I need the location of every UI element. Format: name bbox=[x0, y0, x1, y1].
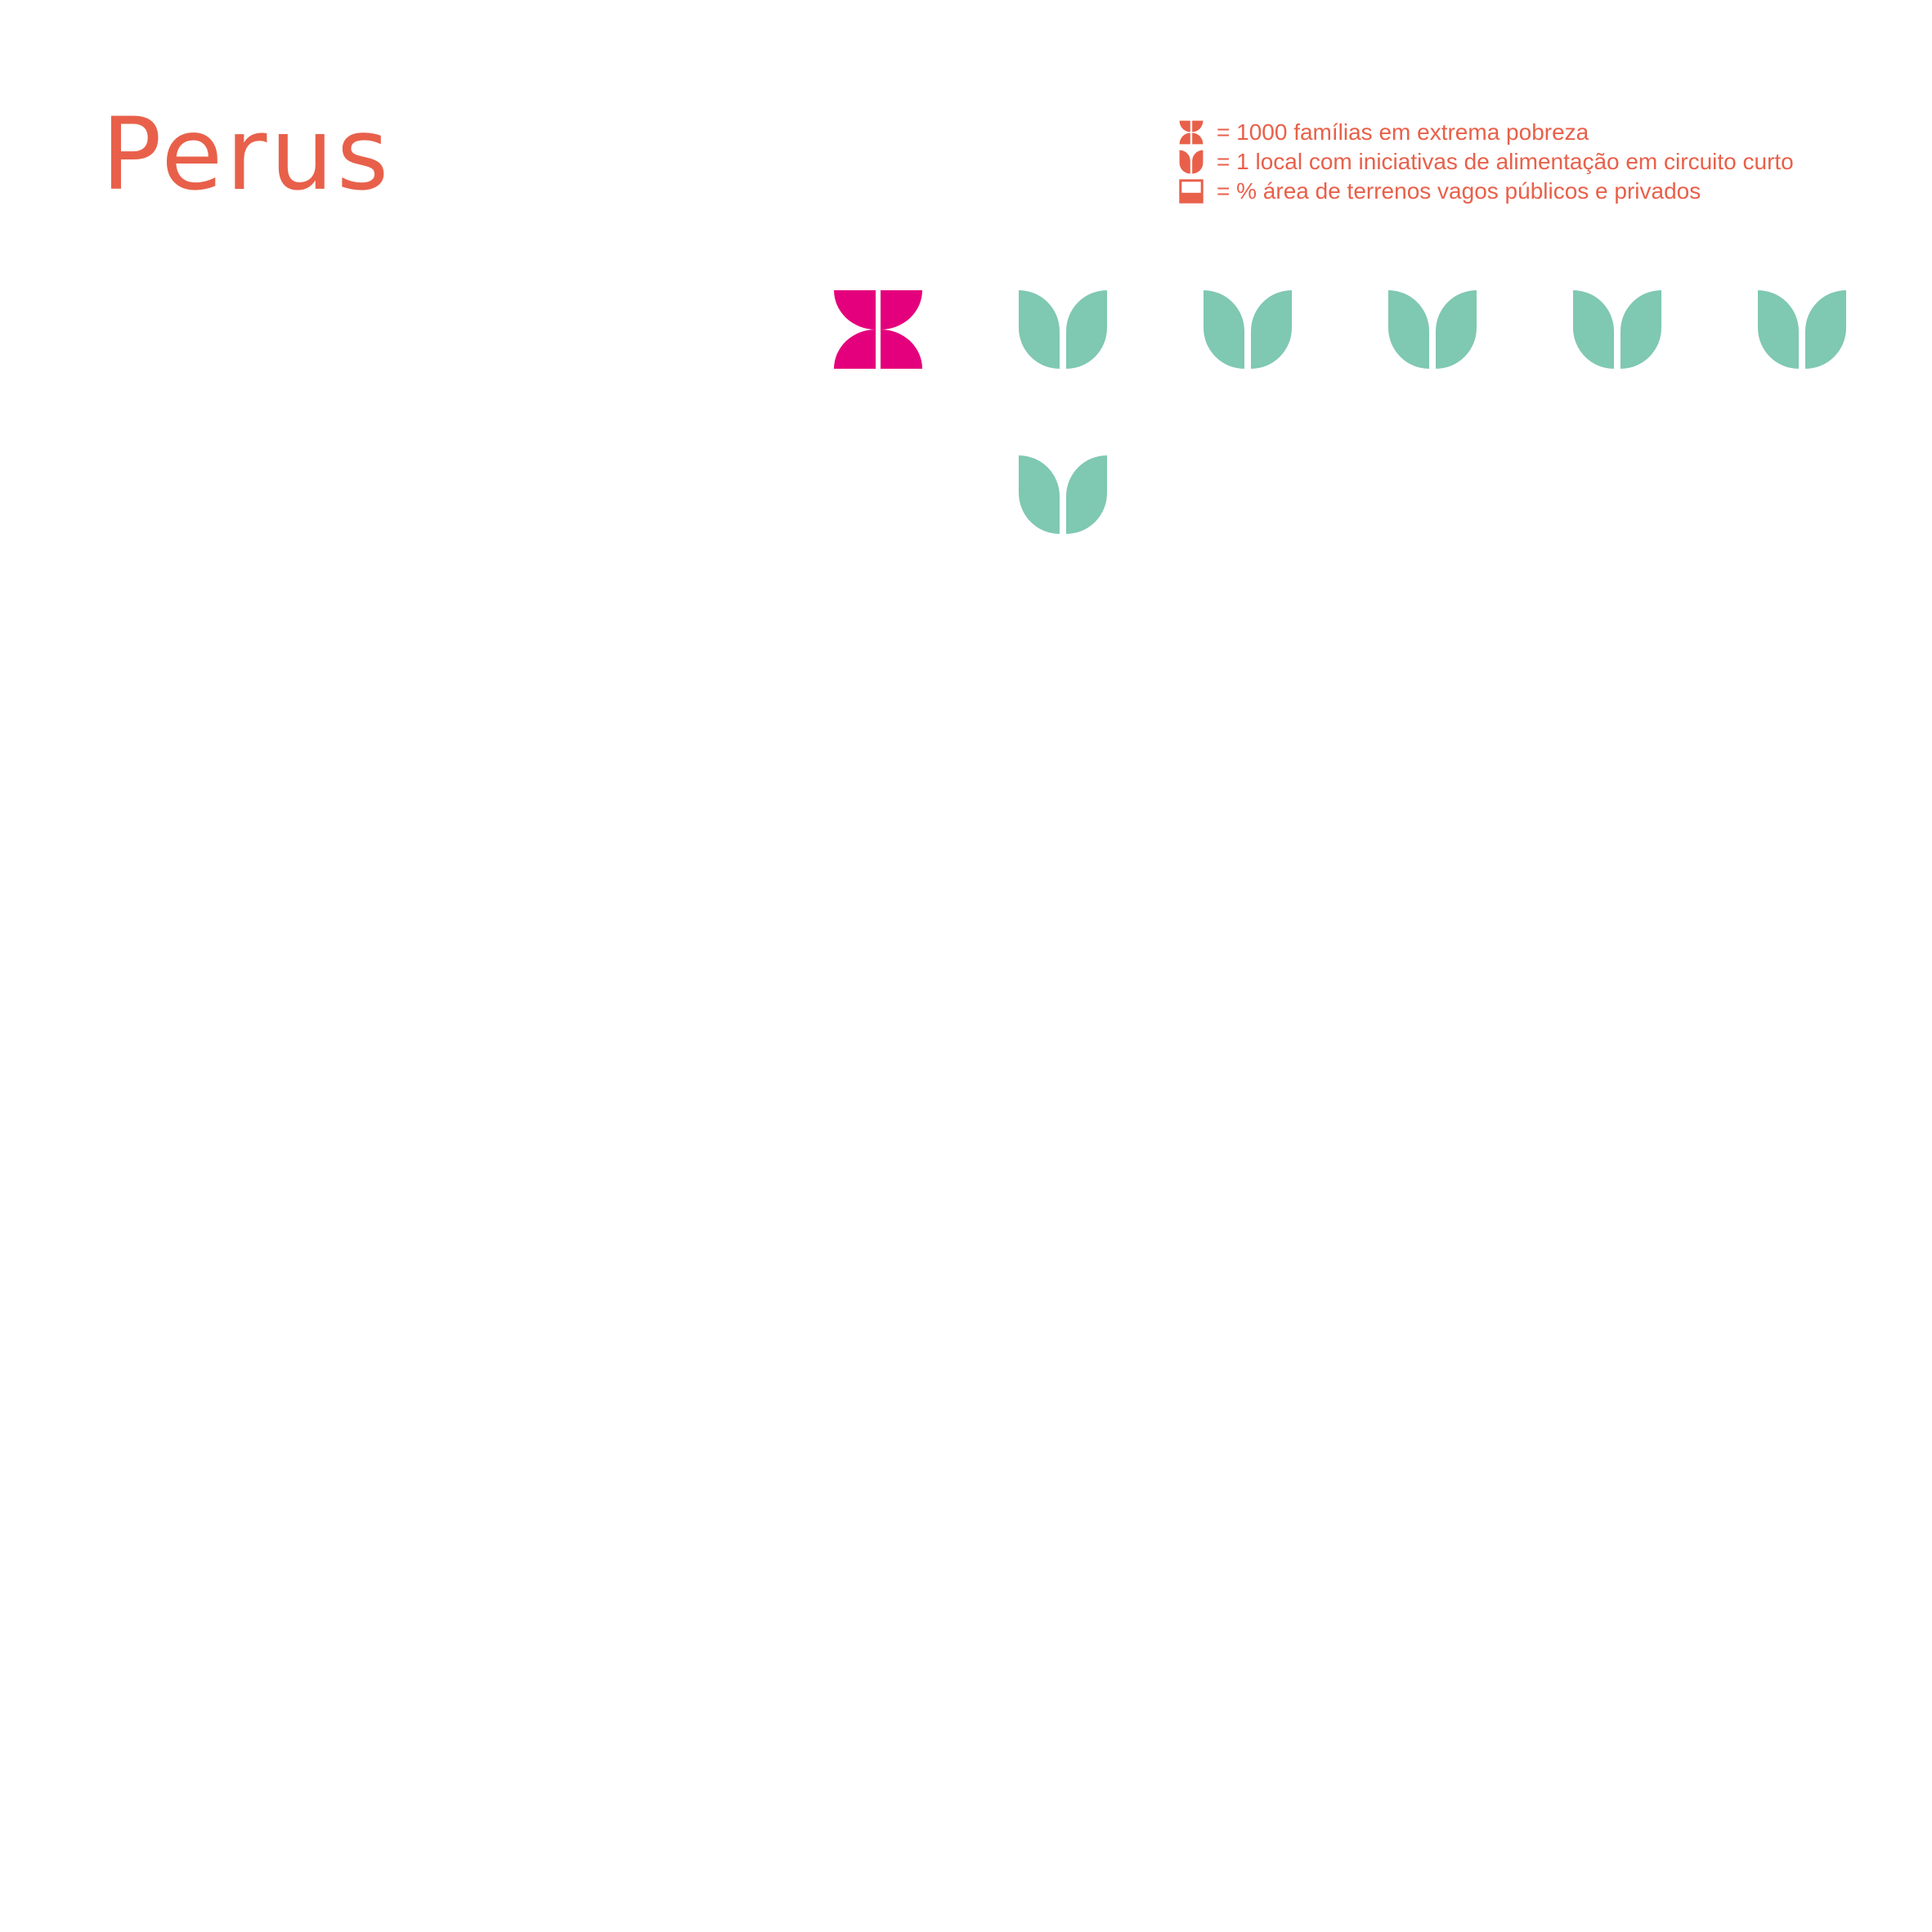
food-initiative-mark bbox=[1388, 290, 1477, 369]
food-initiative-mark bbox=[1204, 290, 1292, 369]
food-initiative-mark bbox=[1019, 290, 1107, 369]
pictogram-chart bbox=[834, 290, 1846, 534]
food-initiative-mark bbox=[1019, 455, 1107, 534]
food-initiative-mark bbox=[1573, 290, 1661, 369]
poverty-mark bbox=[834, 290, 922, 369]
food-initiative-mark bbox=[1758, 290, 1846, 369]
